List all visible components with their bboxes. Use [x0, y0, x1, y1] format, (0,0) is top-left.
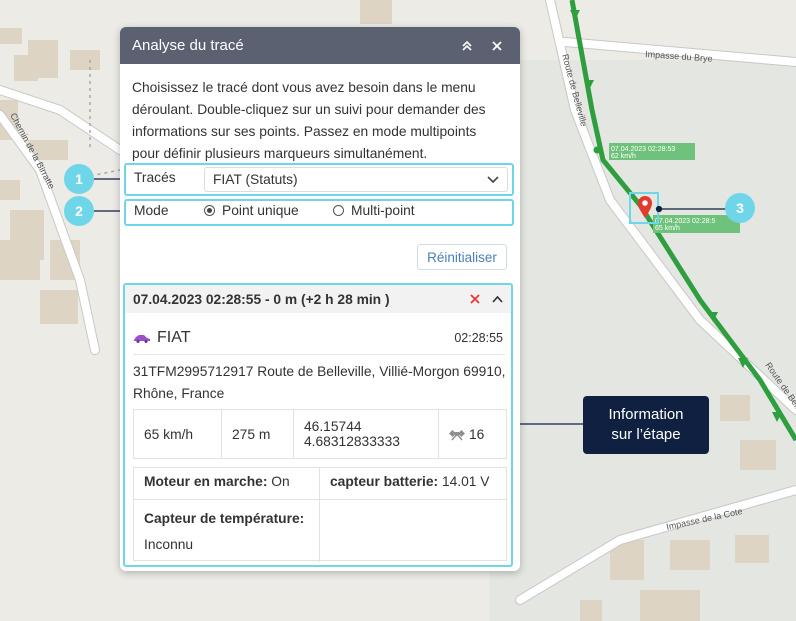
- divider: [133, 354, 505, 355]
- vehicle-line: FIAT 02:28:55: [133, 329, 503, 347]
- engine-label: Moteur en marche:: [144, 474, 268, 489]
- track-point-label[interactable]: 07.04.2023 02:28:5 65 km/h: [653, 215, 740, 233]
- speed-value: 65 km/h: [134, 410, 222, 458]
- track-analysis-panel: Analyse du tracé Choisissez le tracé don…: [120, 27, 520, 571]
- vehicle-name: FIAT: [157, 329, 191, 346]
- step-title: 07.04.2023 02:28:55 - 0 m (+2 h 28 min ): [133, 291, 390, 307]
- track-point[interactable]: [593, 146, 601, 154]
- close-icon[interactable]: [486, 35, 508, 57]
- tracks-select-value: FIAT (Statuts): [213, 172, 298, 187]
- svg-text:07.04.2023 02:28:5: 07.04.2023 02:28:5: [655, 218, 715, 225]
- chevron-up-icon[interactable]: [492, 295, 503, 303]
- mode-multi-radio[interactable]: Multi-point: [333, 203, 415, 218]
- step-address: 31TFM2995712917 Route de Belleville, Vil…: [133, 364, 506, 401]
- step-header[interactable]: 07.04.2023 02:28:55 - 0 m (+2 h 28 min ): [125, 285, 511, 313]
- latitude-value: 46.15744: [304, 419, 362, 434]
- step-info-box: 07.04.2023 02:28:55 - 0 m (+2 h 28 min )…: [123, 283, 513, 567]
- car-icon: [134, 335, 150, 343]
- track-point-label[interactable]: 07.04.2023 02:28:53 62 km/h: [609, 143, 695, 160]
- tracks-row: Tracés FIAT (Statuts): [124, 163, 514, 196]
- callout-badge: 3: [725, 193, 755, 223]
- altitude-value: 275 m: [222, 410, 294, 458]
- panel-header: Analyse du tracé: [120, 27, 520, 64]
- tracks-select[interactable]: FIAT (Statuts): [204, 167, 508, 192]
- step-time: 02:28:55: [454, 331, 503, 345]
- engine-value: On: [271, 474, 290, 489]
- step-stats: 65 km/h 275 m 46.15744 4.68312833333 16: [133, 409, 507, 459]
- mode-single-radio[interactable]: Point unique: [204, 203, 299, 218]
- delete-icon[interactable]: [470, 294, 480, 304]
- longitude-value: 4.68312833333: [304, 434, 400, 449]
- tracks-label: Tracés: [134, 170, 176, 185]
- mode-label: Mode: [134, 203, 169, 218]
- sensor-table: Moteur en marche: On capteur batterie: 1…: [133, 467, 507, 562]
- radio-unchecked-icon: [333, 205, 344, 216]
- satellites-value: 16: [469, 426, 485, 442]
- callout-badge: 1: [64, 164, 94, 194]
- svg-text:07.04.2023 02:28:53: 07.04.2023 02:28:53: [611, 146, 675, 153]
- satellites: 16: [439, 410, 506, 458]
- battery-value: 14.01 V: [441, 474, 490, 489]
- chevron-down-icon: [487, 175, 499, 183]
- coordinates: 46.15744 4.68312833333: [294, 410, 439, 458]
- callout-badge: 2: [64, 196, 94, 226]
- panel-title: Analyse du tracé: [132, 37, 244, 54]
- collapse-icon[interactable]: [456, 35, 478, 57]
- temperature-label: Capteur de température:: [144, 511, 305, 526]
- svg-text:65 km/h: 65 km/h: [655, 225, 680, 232]
- radio-checked-icon: [204, 205, 215, 216]
- intro-text: Choisissez le tracé dont vous avez besoi…: [132, 80, 486, 161]
- temperature-value: Inconnu: [144, 537, 194, 552]
- mode-row: Mode Point unique Multi-point: [124, 199, 514, 226]
- satellite-icon: [449, 429, 465, 441]
- step-info-callout: Information sur l’étape: [583, 396, 709, 454]
- svg-text:62 km/h: 62 km/h: [611, 153, 636, 160]
- battery-label: capteur batterie:: [330, 474, 439, 489]
- reset-button[interactable]: Réinitialiser: [417, 244, 507, 270]
